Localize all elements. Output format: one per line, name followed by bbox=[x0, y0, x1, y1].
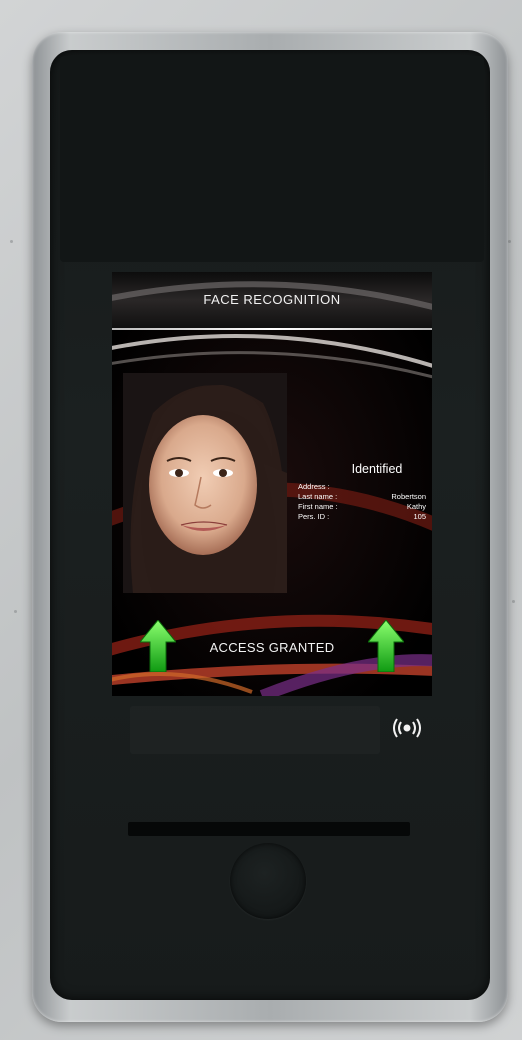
device-marking bbox=[130, 706, 380, 754]
field-value bbox=[358, 482, 426, 492]
field-label: Pers. ID : bbox=[298, 512, 330, 521]
card-slot[interactable] bbox=[128, 822, 410, 836]
call-button[interactable] bbox=[230, 843, 306, 919]
contactless-icon bbox=[393, 718, 421, 738]
terminal-screen: FACE RECOGNITION Identified Address : La… bbox=[112, 272, 432, 696]
identification-status: Identified bbox=[351, 462, 403, 476]
field-value: Robertson bbox=[391, 492, 426, 501]
identity-panel: Identified Address : Last name : Roberts… bbox=[298, 462, 426, 522]
up-arrow-icon bbox=[368, 620, 404, 672]
field-value: Kathy bbox=[406, 502, 426, 511]
field-label: Address : bbox=[298, 482, 330, 491]
screen-title: FACE RECOGNITION bbox=[203, 292, 341, 307]
field-value: 105 bbox=[413, 512, 426, 521]
camera-panel bbox=[60, 56, 484, 262]
title-divider bbox=[112, 328, 432, 330]
face-photo bbox=[123, 373, 287, 593]
field-label: First name : bbox=[298, 502, 338, 511]
info-row-last-name: Last name : Robertson bbox=[298, 492, 426, 502]
info-row-address: Address : bbox=[298, 482, 426, 492]
info-row-pers-id: Pers. ID : 105 bbox=[298, 512, 426, 522]
field-label: Last name : bbox=[298, 492, 338, 501]
info-row-first-name: First name : Kathy bbox=[298, 502, 426, 512]
